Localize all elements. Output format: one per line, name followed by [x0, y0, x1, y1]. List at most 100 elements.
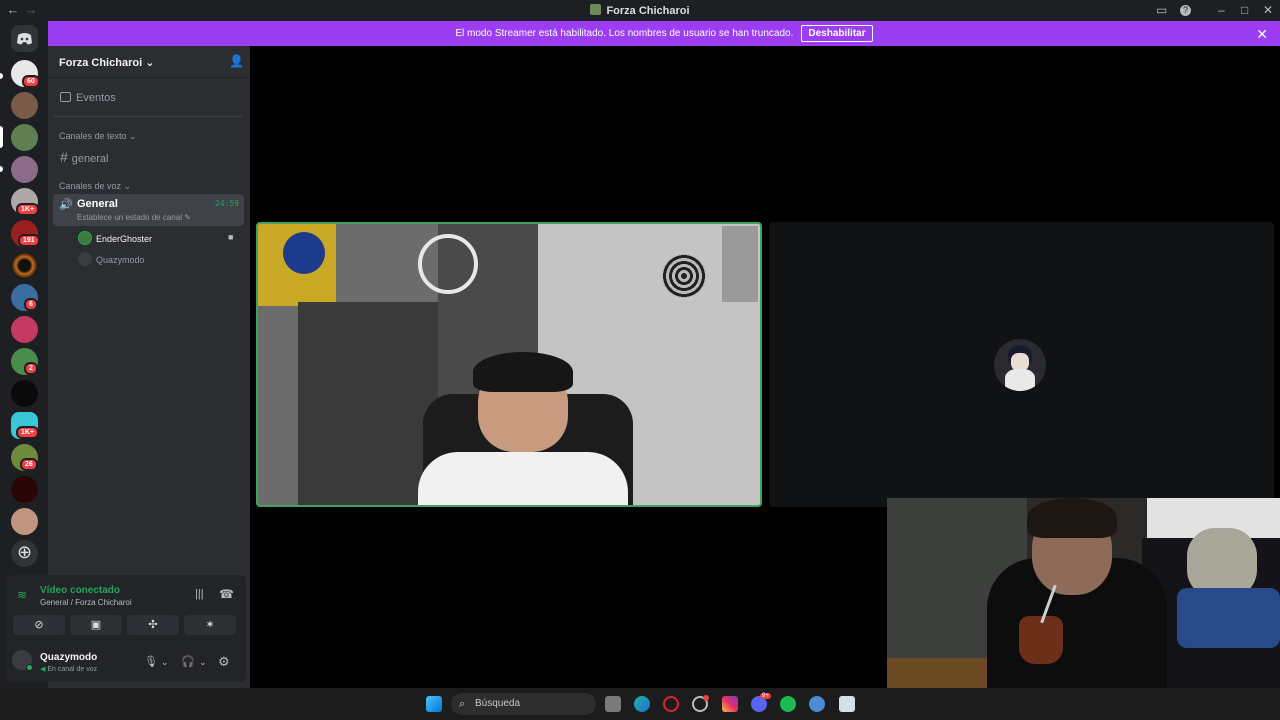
server-name[interactable]: Forza Chicharoi ⌄ — [59, 56, 154, 69]
server-icon-14[interactable] — [11, 476, 38, 503]
text-channels-category[interactable]: Canales de texto ⌄ — [59, 131, 137, 142]
discord-badge: 9+ — [760, 693, 771, 699]
avatar — [78, 252, 92, 266]
maximize-icon[interactable]: □ — [1241, 3, 1248, 17]
events-item[interactable]: Eventos — [60, 92, 116, 104]
instagram-icon[interactable] — [722, 696, 738, 712]
team-crest — [283, 232, 325, 274]
server-icon-7[interactable] — [11, 252, 38, 279]
mention-badge: 1K+ — [16, 426, 40, 439]
person-hair — [473, 352, 573, 392]
task-view-icon[interactable] — [605, 696, 621, 712]
server-icon-11[interactable] — [11, 380, 38, 407]
video-tile-camera[interactable] — [256, 222, 762, 507]
microphone-icon[interactable]: 🎙 — [144, 655, 158, 668]
connection-location[interactable]: General / Forza Chicharoi — [40, 598, 132, 607]
edge-browser-icon[interactable] — [634, 696, 650, 712]
server-icon-15[interactable] — [11, 508, 38, 535]
server-icon — [590, 4, 602, 15]
close-banner-icon[interactable]: ✕ — [1256, 26, 1268, 43]
voice-timer: 24:59 — [215, 199, 240, 208]
hash-icon: # — [60, 149, 68, 165]
divider — [54, 116, 242, 117]
pencil-icon: ✎ — [184, 213, 191, 222]
opera-gx-icon[interactable] — [663, 696, 679, 712]
speaker-icon: ◀ — [40, 666, 46, 673]
user-name[interactable]: Quazymodo — [40, 652, 97, 663]
signal-icon[interactable]: ≋ — [17, 588, 27, 602]
unread-pill — [0, 166, 3, 172]
video-tile-avatar[interactable] — [769, 222, 1274, 507]
disconnect-icon[interactable]: ☎ — [219, 587, 234, 601]
soundboard-icon: ✶ — [205, 619, 215, 631]
unread-pill — [0, 73, 3, 79]
person-hair — [1027, 498, 1117, 538]
windows-taskbar: ⌕ Búsqueda 9+ — [0, 688, 1280, 720]
online-status-dot — [26, 664, 33, 671]
user-status: ◀ En canal de voz — [40, 666, 98, 673]
chevron-down-icon[interactable]: ⌄ — [161, 657, 169, 668]
screen-share-icon: ▣ — [90, 619, 102, 631]
mention-badge: 191 — [18, 234, 40, 247]
add-server-button[interactable]: ⊕ — [11, 540, 38, 567]
headphones-icon[interactable]: 🎧 — [181, 655, 195, 668]
voice-connection-panel: ≋ Vídeo conectado General / Forza Chicha… — [6, 575, 246, 682]
toggle-camera-button[interactable]: ⊘ — [13, 615, 65, 635]
chevron-down-icon: ⌄ — [145, 57, 155, 69]
disable-streamer-button[interactable]: Deshabilitar — [801, 25, 873, 42]
settings-app-icon[interactable] — [809, 696, 825, 712]
plus-icon: ⊕ — [16, 542, 33, 562]
invite-people-icon[interactable]: 👤 — [229, 54, 244, 68]
voice-member[interactable]: Quazymodo — [78, 252, 145, 266]
windows-start-icon[interactable] — [426, 696, 442, 712]
calendar-icon — [60, 92, 71, 102]
chevron-down-icon[interactable]: ⌄ — [199, 657, 207, 668]
settings-gear-icon[interactable]: ⚙ — [218, 654, 230, 670]
mention-badge: 1K+ — [16, 203, 40, 216]
avatar — [78, 231, 92, 245]
person-shirt — [418, 452, 628, 505]
voice-channels-category[interactable]: Canales de voz ⌄ — [59, 181, 131, 192]
taskbar-search[interactable]: ⌕ Búsqueda — [451, 693, 596, 715]
minimize-icon[interactable]: – — [1218, 3, 1225, 17]
voice-member[interactable]: EnderGhoster — [78, 231, 152, 245]
server-icon-9[interactable] — [11, 316, 38, 343]
blanket — [1177, 588, 1280, 648]
mention-badge: 26 — [20, 458, 38, 471]
search-icon: ⌕ — [459, 698, 466, 710]
inbox-icon[interactable]: ▭ — [1156, 3, 1167, 17]
activities-icon: ✣ — [148, 619, 158, 631]
channel-status-hint[interactable]: Establece un estado de canal ✎ — [77, 213, 191, 222]
soundboard-button[interactable]: ✶ — [184, 615, 236, 635]
video-camera-icon: ■ — [228, 232, 234, 242]
selected-pill — [0, 126, 3, 148]
self-camera-preview[interactable] — [887, 498, 1280, 688]
channel-general-text[interactable]: # general — [60, 149, 109, 165]
close-window-icon[interactable]: ✕ — [1263, 3, 1273, 17]
share-screen-button[interactable]: ▣ — [70, 615, 122, 635]
server-header[interactable]: Forza Chicharoi ⌄ 👤 — [48, 46, 250, 78]
wall-decoration — [662, 254, 706, 298]
curtain — [298, 302, 438, 505]
mention-badge: 60 — [22, 75, 40, 88]
voice-channel-general[interactable]: 🔊 General 24:59 Establece un estado de c… — [53, 194, 244, 226]
dreamcatcher — [418, 234, 478, 294]
shelf — [722, 226, 758, 302]
connection-status[interactable]: Vídeo conectado — [40, 585, 120, 596]
mention-badge: 6 — [24, 298, 38, 311]
direct-messages-button[interactable] — [11, 25, 38, 52]
notepad-icon[interactable] — [839, 696, 855, 712]
camera-off-icon: ⊘ — [34, 619, 44, 631]
server-icon-2[interactable] — [11, 92, 38, 119]
spotify-icon[interactable] — [780, 696, 796, 712]
server-icon-4[interactable] — [11, 156, 38, 183]
help-icon[interactable]: ? — [1180, 5, 1191, 16]
mate-cup — [1019, 616, 1063, 664]
server-icon-3[interactable] — [11, 124, 38, 151]
noise-suppression-icon[interactable]: ||| — [195, 588, 204, 600]
notification-dot — [703, 695, 709, 701]
activities-button[interactable]: ✣ — [127, 615, 179, 635]
voice-channel-name: General — [77, 198, 118, 210]
title-bar: ← → Forza Chicharoi ▭ ? – □ ✕ — [0, 0, 1280, 21]
mention-badge: 2 — [24, 362, 38, 375]
